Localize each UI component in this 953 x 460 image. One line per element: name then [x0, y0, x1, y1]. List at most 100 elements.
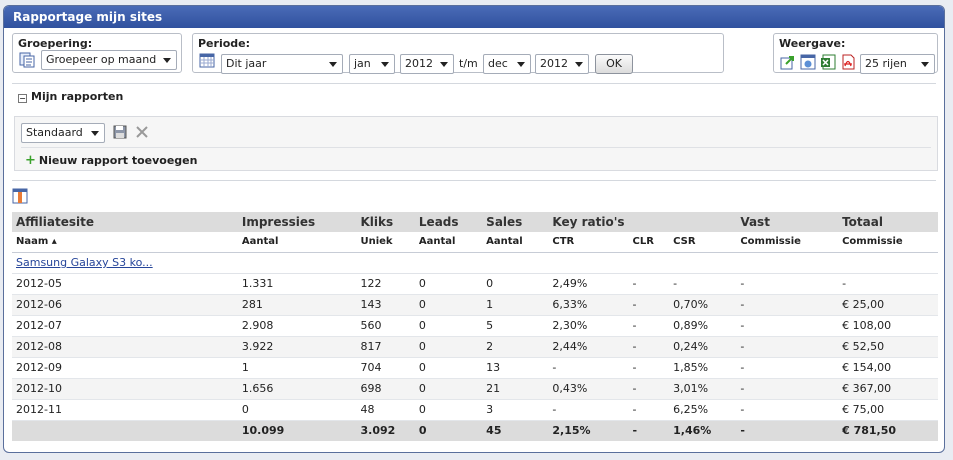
rows-value: 25 rijen: [865, 57, 907, 70]
grouping-select[interactable]: Groepeer op maand: [41, 50, 177, 70]
totals-row: 10.099 3.092 0 45 2,15% -1,46% - € 781,50: [12, 420, 938, 441]
period-range-value: Dit jaar: [226, 57, 267, 70]
col-group-key-ratios: Key ratio's: [548, 212, 629, 232]
report-select[interactable]: Standaard: [21, 123, 105, 143]
grouping-icon: [19, 52, 35, 68]
col-group-empty: [628, 212, 670, 232]
from-month-value: jan: [354, 57, 371, 70]
cell-leads: 0: [414, 294, 483, 316]
cell-sales: 2: [482, 336, 549, 358]
period-range-select[interactable]: Dit jaar: [221, 54, 343, 74]
chevron-down-icon: [440, 62, 448, 67]
col-impressies-aantal[interactable]: Aantal: [237, 232, 357, 253]
col-clr[interactable]: CLR: [628, 232, 670, 253]
cell-totaal: -: [838, 273, 938, 295]
cell-leads: 0: [414, 315, 483, 337]
site-group-row: Samsung Galaxy S3 ko...: [12, 252, 938, 274]
chevron-down-icon: [329, 62, 337, 67]
col-group-sales: Sales: [482, 212, 549, 232]
excel-icon[interactable]: [820, 54, 836, 70]
ok-button[interactable]: OK: [595, 54, 633, 74]
period-box: Periode: Dit jaar jan 2012 t/m dec 2012 …: [192, 33, 724, 74]
my-reports-header[interactable]: − Mijn rapporten: [18, 90, 123, 103]
total-cell-csr: 1,46%: [669, 420, 737, 441]
cell-csr: 1,85%: [669, 357, 737, 379]
cell-leads: 0: [414, 399, 483, 421]
cell-maand: 2012-05: [12, 273, 238, 295]
total-cell-totaal: € 781,50: [838, 420, 938, 441]
cell-kliks: 560: [356, 315, 415, 337]
col-ctr[interactable]: CTR: [548, 232, 629, 253]
grouping-value: Groepeer op maand: [46, 53, 157, 66]
calendar-icon: [199, 52, 215, 68]
sub-header-row: Naam ▴ Aantal Uniek Aantal Aantal CTR CL…: [12, 232, 938, 253]
cell-sales: 1: [482, 294, 549, 316]
cell-clr: -: [628, 273, 670, 295]
cell-totaal: € 25,00: [838, 294, 938, 316]
divider: [21, 147, 931, 148]
cell-sales: 5: [482, 315, 549, 337]
divider: [12, 83, 936, 84]
cell-sales: 0: [482, 273, 549, 295]
delete-icon[interactable]: [135, 125, 151, 141]
cell-clr: -: [628, 357, 670, 379]
cell-kliks: 698: [356, 378, 415, 400]
period-separator: t/m: [459, 57, 478, 70]
table-row: 2012-07 2.908 560 0 5 2,30% -0,89% - € 108,00: [12, 315, 938, 337]
cell-totaal: € 367,00: [838, 378, 938, 400]
save-icon[interactable]: [113, 125, 129, 141]
cell-maand: 2012-09: [12, 357, 238, 379]
cell-impressies: 1.656: [237, 378, 357, 400]
to-month-select[interactable]: dec: [483, 54, 531, 74]
site-link[interactable]: Samsung Galaxy S3 ko...: [16, 256, 153, 269]
cell-csr: -: [669, 273, 737, 295]
collapse-icon[interactable]: −: [18, 94, 27, 103]
cell-vast: -: [736, 399, 839, 421]
total-cell-clr: -: [628, 420, 670, 441]
total-cell-sales: 45: [482, 420, 549, 441]
cell-impressies: 2.908: [237, 315, 357, 337]
to-year-value: 2012: [540, 57, 568, 70]
html-export-icon[interactable]: [800, 54, 816, 70]
col-group-impressies: Impressies: [237, 212, 357, 232]
col-kliks-uniek[interactable]: Uniek: [356, 232, 415, 253]
cell-leads: 0: [414, 273, 483, 295]
cell-vast: -: [736, 315, 839, 337]
cell-totaal: € 154,00: [838, 357, 938, 379]
report-table: Affiliatesite Impressies Kliks Leads Sal…: [12, 212, 938, 441]
cell-impressies: 1.331: [237, 273, 357, 295]
total-cell-leads: 0: [414, 420, 483, 441]
table-row: 2012-06 281 143 0 1 6,33% -0,70% - € 25,00: [12, 294, 938, 316]
from-month-select[interactable]: jan: [349, 54, 395, 74]
add-report-button[interactable]: + Nieuw rapport toevoegen: [25, 153, 197, 168]
export-icon[interactable]: [780, 54, 796, 70]
col-vast-commissie[interactable]: Commissie: [736, 232, 839, 253]
to-year-select[interactable]: 2012: [535, 54, 589, 74]
col-totaal-commissie[interactable]: Commissie: [838, 232, 938, 253]
columns-icon[interactable]: [12, 188, 28, 204]
chevron-down-icon: [517, 62, 525, 67]
col-sales-aantal[interactable]: Aantal: [482, 232, 549, 253]
cell-maand: 2012-08: [12, 336, 238, 358]
col-naam-sort[interactable]: Naam ▴: [12, 232, 238, 253]
cell-maand: 2012-06: [12, 294, 238, 316]
col-csr[interactable]: CSR: [669, 232, 737, 253]
cell-vast: -: [736, 336, 839, 358]
cell-impressies: 3.922: [237, 336, 357, 358]
rows-select[interactable]: 25 rijen: [860, 54, 935, 74]
col-leads-aantal[interactable]: Aantal: [414, 232, 483, 253]
cell-ctr: -: [548, 357, 629, 379]
pdf-icon[interactable]: [840, 54, 856, 70]
to-month-value: dec: [488, 57, 508, 70]
cell-kliks: 122: [356, 273, 415, 295]
cell-kliks: 817: [356, 336, 415, 358]
cell-sales: 3: [482, 399, 549, 421]
cell-ctr: 0,43%: [548, 378, 629, 400]
total-cell-maand: [12, 420, 238, 441]
cell-vast: -: [736, 378, 839, 400]
cell-csr: 3,01%: [669, 378, 737, 400]
cell-ctr: -: [548, 399, 629, 421]
from-year-value: 2012: [405, 57, 433, 70]
from-year-select[interactable]: 2012: [400, 54, 454, 74]
cell-leads: 0: [414, 378, 483, 400]
